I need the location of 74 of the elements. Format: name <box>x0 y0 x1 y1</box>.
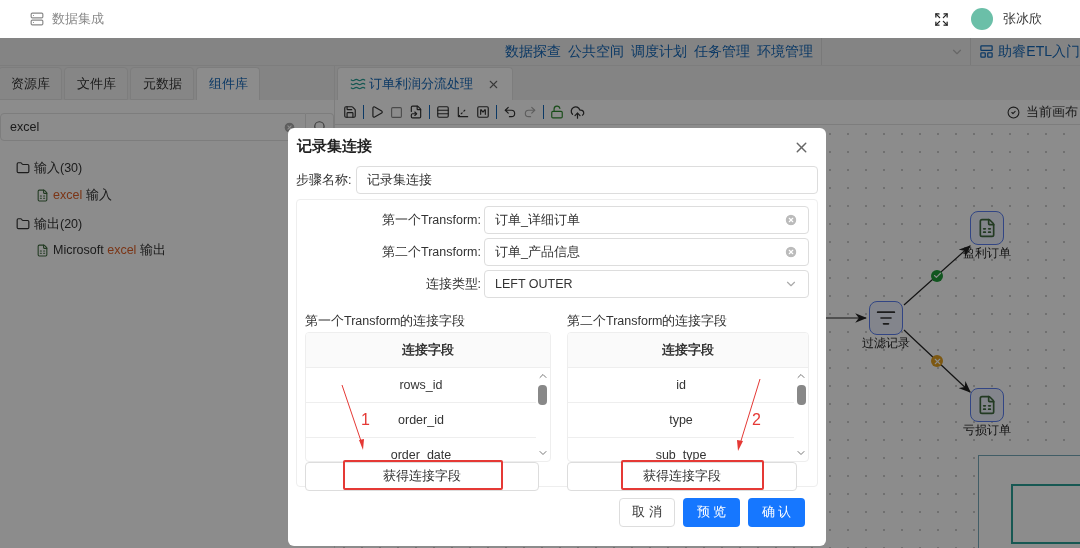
redo-icon[interactable] <box>523 105 537 119</box>
table-cell-text: type <box>669 411 693 429</box>
step-node[interactable] <box>869 301 903 335</box>
server-icon <box>30 12 44 26</box>
nav-link[interactable]: 环境管理 <box>757 41 814 62</box>
table-cell-text: order_id <box>398 411 444 429</box>
combo-field[interactable]: 订单_产品信息 <box>484 238 809 266</box>
upload-icon[interactable] <box>570 104 585 120</box>
tree-item[interactable]: excel 输入 <box>53 185 112 205</box>
field-label: 连接类型: <box>424 275 481 293</box>
board-icon <box>979 44 995 59</box>
nav-link[interactable]: 数据探查 <box>505 41 562 62</box>
field-label: 第一个Transform: <box>381 211 481 229</box>
waves-icon <box>350 76 366 92</box>
user-name[interactable]: 张冰欣 <box>1003 9 1042 29</box>
axis-icon[interactable] <box>456 105 470 119</box>
node-label: 过滤记录 <box>862 336 910 351</box>
panel-tab[interactable]: 文件库 <box>64 67 128 100</box>
save-icon[interactable] <box>343 105 357 119</box>
stop-icon[interactable] <box>390 105 403 119</box>
table-cell-text: order_date <box>390 446 452 461</box>
filter-icon <box>876 308 896 328</box>
spreadsheet-icon <box>36 244 49 258</box>
guide-link[interactable]: 助睿ETL入门 <box>998 41 1080 62</box>
annotation-number: 1 <box>361 412 370 428</box>
spreadsheet-icon <box>977 395 997 415</box>
folder-icon <box>16 161 30 176</box>
column-header: 连接字段 <box>662 341 714 359</box>
table-cell-text: rows_id <box>399 376 443 394</box>
m-box-icon[interactable] <box>476 105 490 119</box>
tree-folder[interactable]: 输出(20) <box>34 214 83 234</box>
file-run-icon[interactable] <box>409 105 423 119</box>
check-circle-icon <box>1007 105 1020 119</box>
field-label: 第二个Transform: <box>381 243 481 261</box>
panel-tab[interactable]: 资源库 <box>0 67 62 100</box>
table-title: 第一个Transform的连接字段 <box>305 313 467 330</box>
annotation-arrow <box>339 382 367 452</box>
rows-icon[interactable] <box>436 105 450 119</box>
primary-button[interactable]: 确 认 <box>748 498 805 527</box>
nav-link[interactable]: 任务管理 <box>694 41 751 62</box>
panel-tab[interactable]: 组件库 <box>196 67 260 100</box>
spreadsheet-icon <box>977 218 997 238</box>
scroll-thumb[interactable] <box>796 384 806 405</box>
cancel-button[interactable]: 取 消 <box>619 498 675 527</box>
node-label: 亏损订单 <box>963 423 1011 438</box>
annotation-number: 2 <box>752 412 761 428</box>
undo-icon[interactable] <box>503 105 517 119</box>
step-node[interactable] <box>970 211 1004 245</box>
fetch-fields-button[interactable]: 获得连接字段 <box>567 462 797 491</box>
table-cell-text: sub_type <box>655 446 707 461</box>
spreadsheet-icon <box>36 188 49 202</box>
field-label: 步骤名称: <box>296 171 352 189</box>
column-header: 连接字段 <box>402 341 454 359</box>
tree-folder[interactable]: 输入(30) <box>34 159 83 178</box>
play-icon[interactable] <box>370 105 384 119</box>
tree-item[interactable]: Microsoft excel 输出 <box>53 241 166 260</box>
folder-icon <box>16 216 30 231</box>
select-field[interactable]: LEFT OUTER <box>484 270 809 298</box>
canvas-tab[interactable]: 订单利润分流处理 <box>337 67 513 100</box>
app-title: 数据集成 <box>52 10 104 29</box>
primary-button[interactable]: 预 览 <box>683 498 740 527</box>
table-title: 第二个Transform的连接字段 <box>567 313 729 330</box>
canvas-status: 当前画布 <box>1026 103 1078 121</box>
panel-tab[interactable]: 元数据 <box>130 67 194 100</box>
nav-link[interactable]: 公共空间 <box>568 41 625 62</box>
avatar[interactable] <box>971 8 993 30</box>
step-node[interactable] <box>970 388 1004 422</box>
nav-link[interactable]: 调度计划 <box>631 41 688 62</box>
fullscreen-icon[interactable] <box>934 11 949 27</box>
step-name-field[interactable]: 记录集连接 <box>356 166 818 194</box>
scroll-thumb[interactable] <box>538 384 548 405</box>
unlock-icon[interactable] <box>550 105 564 119</box>
table-cell-text: id <box>676 376 686 394</box>
combo-field[interactable]: 订单_详细订单 <box>484 206 809 234</box>
